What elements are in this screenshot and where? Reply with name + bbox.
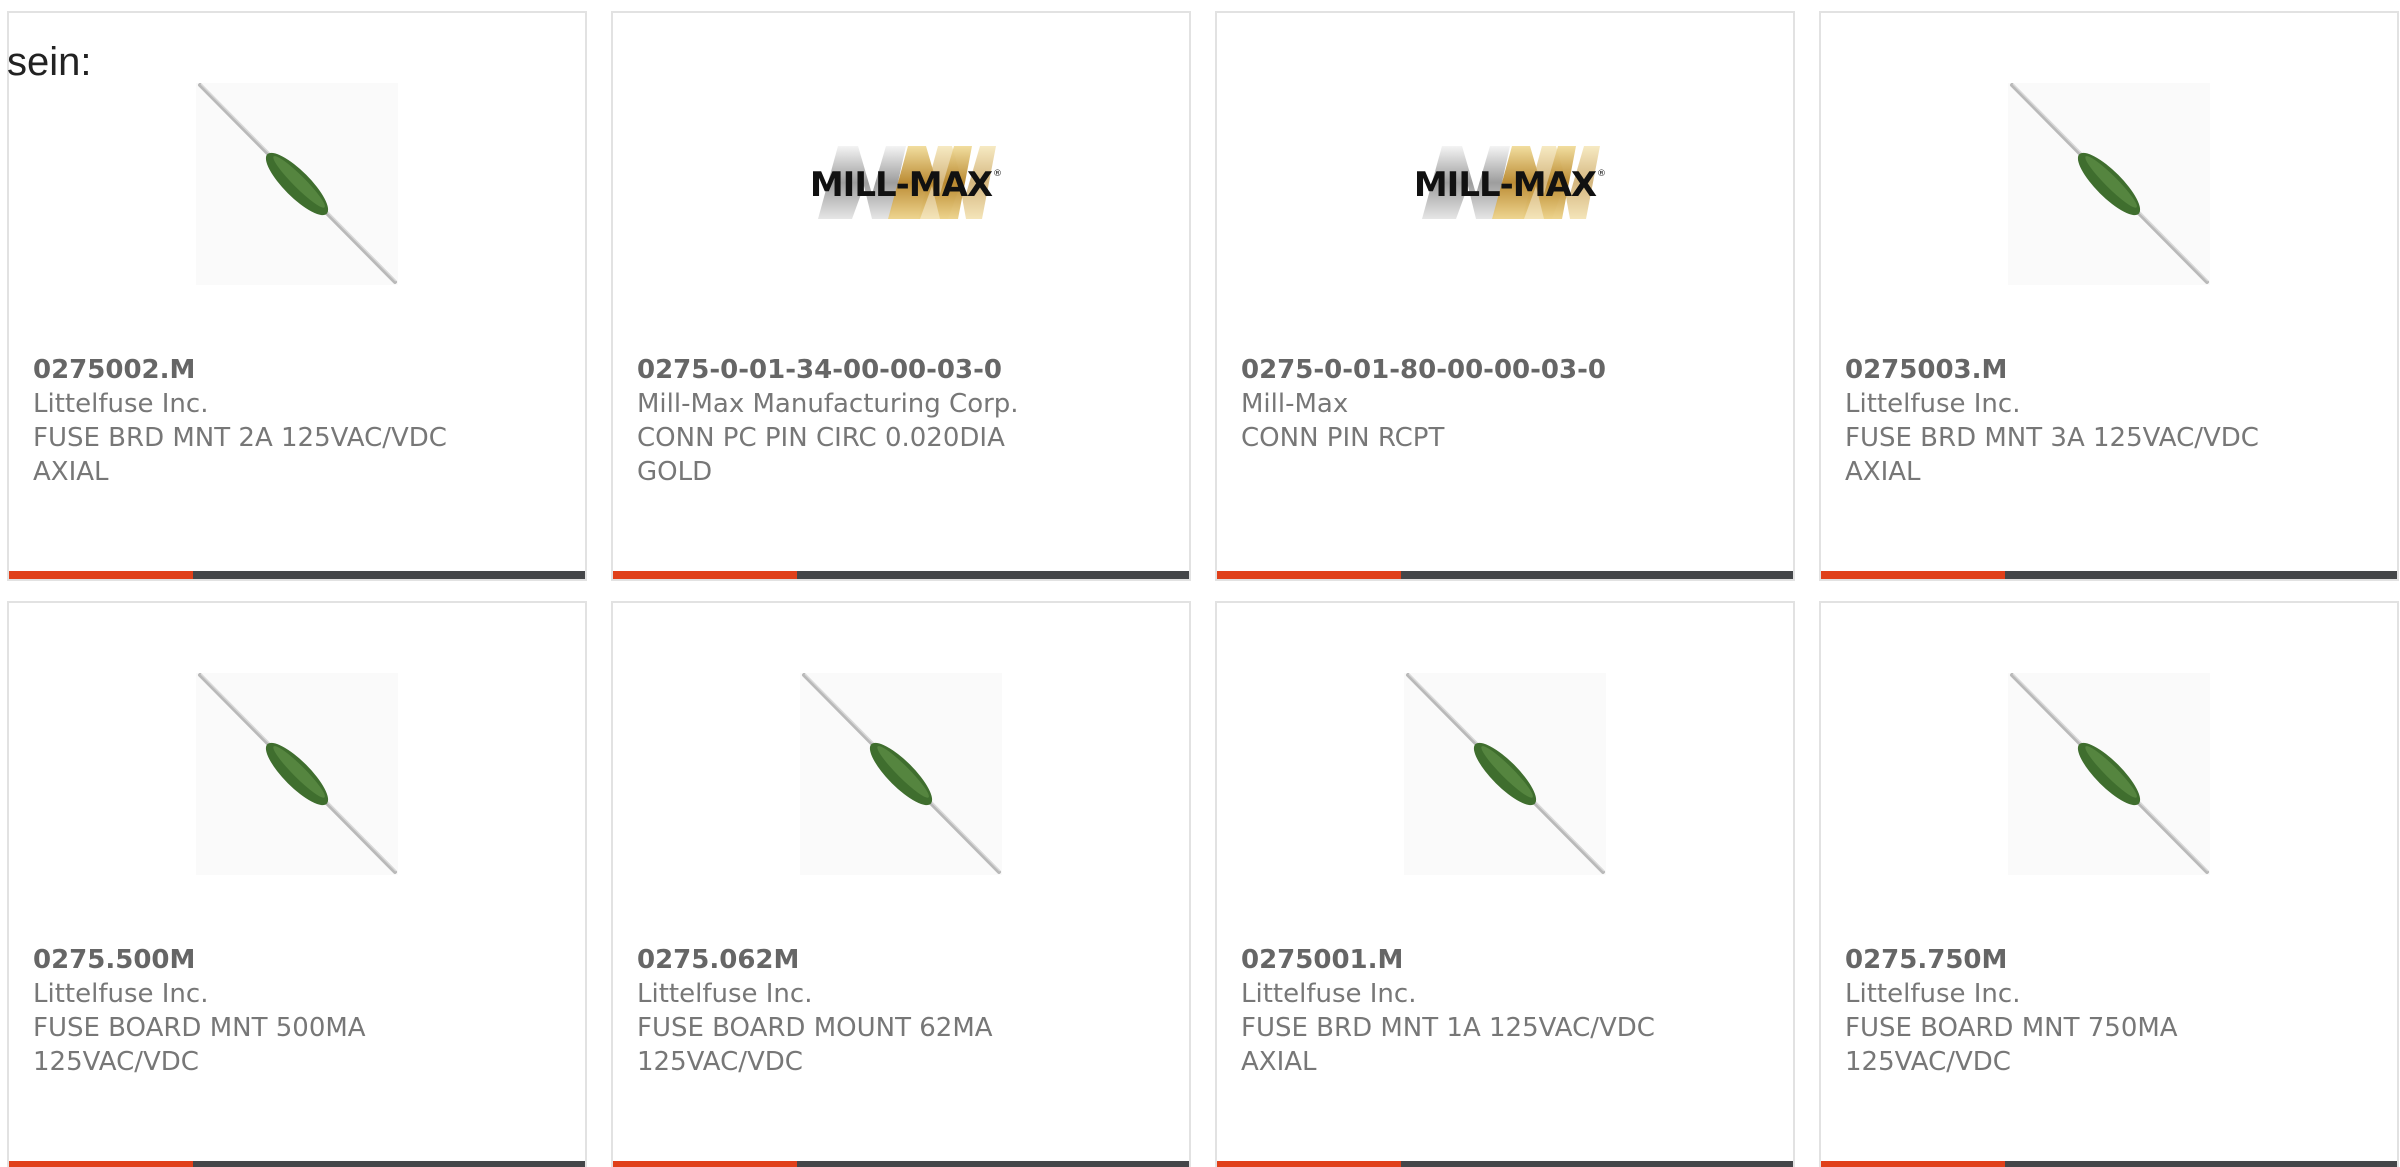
svg-text:®: ® [1597,169,1606,179]
manufacturer: Littelfuse Inc. [33,979,209,1009]
manufacturer: Mill-Max Manufacturing Corp. [637,389,1019,419]
manufacturer: Littelfuse Inc. [1845,979,2021,1009]
description: FUSE BRD MNT 3A 125VAC/VDC AXIAL [1845,423,2259,487]
card-progress-fill [1217,1161,1402,1167]
part-number[interactable]: 0275.062M [637,943,1165,977]
product-info: 0275001.M Littelfuse Inc. FUSE BRD MNT 1A … [1241,943,1769,1079]
description: FUSE BOARD MOUNT 62MA 125VAC/VDC [637,1013,993,1077]
product-info: 0275.750M Littelfuse Inc. FUSE BOARD MNT 7… [1845,943,2373,1079]
svg-text:®: ® [993,169,1002,179]
description: CONN PC PIN CIRC 0.020DIA GOLD [637,423,1005,487]
part-number[interactable]: 0275003.M [1845,353,2373,387]
product-card[interactable]: 0275003.M Littelfuse Inc. FUSE BRD MNT 3A … [1819,11,2399,581]
product-card[interactable]: 0275.500M Littelfuse Inc. FUSE BOARD MNT 5… [7,601,587,1167]
product-info: 0275.500M Littelfuse Inc. FUSE BOARD MNT 5… [33,943,561,1079]
card-progress-bar [1821,571,2397,579]
card-progress-fill [9,571,194,579]
part-number[interactable]: 0275.750M [1845,943,2373,977]
card-progress-bar [613,571,1189,579]
card-progress-fill [9,1161,194,1167]
product-card[interactable]: 0275001.M Littelfuse Inc. FUSE BRD MNT 1A … [1215,601,1795,1167]
manufacturer: Littelfuse Inc. [1845,389,2021,419]
description: FUSE BRD MNT 1A 125VAC/VDC AXIAL [1241,1013,1655,1077]
product-grid: 0275002.M Littelfuse Inc. FUSE BRD MNT 2A … [7,11,2399,1167]
fuse-image[interactable] [196,83,398,285]
part-number[interactable]: 0275002.M [33,353,561,387]
fuse-image[interactable] [1404,673,1606,875]
card-progress-bar [1821,1161,2397,1167]
manufacturer: Littelfuse Inc. [637,979,813,1009]
product-card[interactable]: 0275.750M Littelfuse Inc. FUSE BOARD MNT 7… [1819,601,2399,1167]
product-info: 0275003.M Littelfuse Inc. FUSE BRD MNT 3A … [1845,353,2373,489]
part-number[interactable]: 0275-0-01-34-00-00-03-0 [637,353,1165,387]
product-info: 0275-0-01-34-00-00-03-0 Mill-Max Manufact… [637,353,1165,489]
page: sein: 0275002.M Littelfuse Inc. FUSE BRD M… [0,0,2400,1167]
card-progress-fill [1217,571,1402,579]
card-progress-fill [613,571,798,579]
product-card[interactable]: MILL-MAX ® 0275-0-01-34-00-00-03-0 Mill-Max… [611,11,1191,581]
fuse-image[interactable] [2008,83,2210,285]
manufacturer: Littelfuse Inc. [1241,979,1417,1009]
part-number[interactable]: 0275.500M [33,943,561,977]
card-progress-bar [9,1161,585,1167]
product-card[interactable]: 0275.062M Littelfuse Inc. FUSE BOARD MOUNT… [611,601,1191,1167]
product-card[interactable]: MILL-MAX ® 0275-0-01-80-00-00-03-0 Mill-Max… [1215,11,1795,581]
fuse-image[interactable] [2008,673,2210,875]
card-progress-fill [1821,571,2006,579]
card-progress-bar [1217,571,1793,579]
mill-max-logo[interactable]: MILL-MAX ® [800,83,1002,285]
card-progress-bar [9,571,585,579]
svg-text:MILL-MAX: MILL-MAX [810,165,993,205]
lead-text: sein: [7,40,92,84]
description: FUSE BOARD MNT 750MA 125VAC/VDC [1845,1013,2178,1077]
description: CONN PIN RCPT [1241,423,1445,453]
fuse-image[interactable] [196,673,398,875]
product-info: 0275002.M Littelfuse Inc. FUSE BRD MNT 2A … [33,353,561,489]
mill-max-logo[interactable]: MILL-MAX ® [1404,83,1606,285]
product-info: 0275-0-01-80-00-00-03-0 Mill-Max CONN PIN … [1241,353,1769,455]
part-number[interactable]: 0275001.M [1241,943,1769,977]
card-progress-fill [1821,1161,2006,1167]
part-number[interactable]: 0275-0-01-80-00-00-03-0 [1241,353,1769,387]
product-info: 0275.062M Littelfuse Inc. FUSE BOARD MOUNT… [637,943,1165,1079]
fuse-image[interactable] [800,673,1002,875]
manufacturer: Littelfuse Inc. [33,389,209,419]
card-progress-bar [613,1161,1189,1167]
manufacturer: Mill-Max [1241,389,1349,419]
svg-text:MILL-MAX: MILL-MAX [1414,165,1597,205]
card-progress-fill [613,1161,798,1167]
description: FUSE BOARD MNT 500MA 125VAC/VDC [33,1013,366,1077]
card-progress-bar [1217,1161,1793,1167]
product-card[interactable]: 0275002.M Littelfuse Inc. FUSE BRD MNT 2A … [7,11,587,581]
description: FUSE BRD MNT 2A 125VAC/VDC AXIAL [33,423,447,487]
